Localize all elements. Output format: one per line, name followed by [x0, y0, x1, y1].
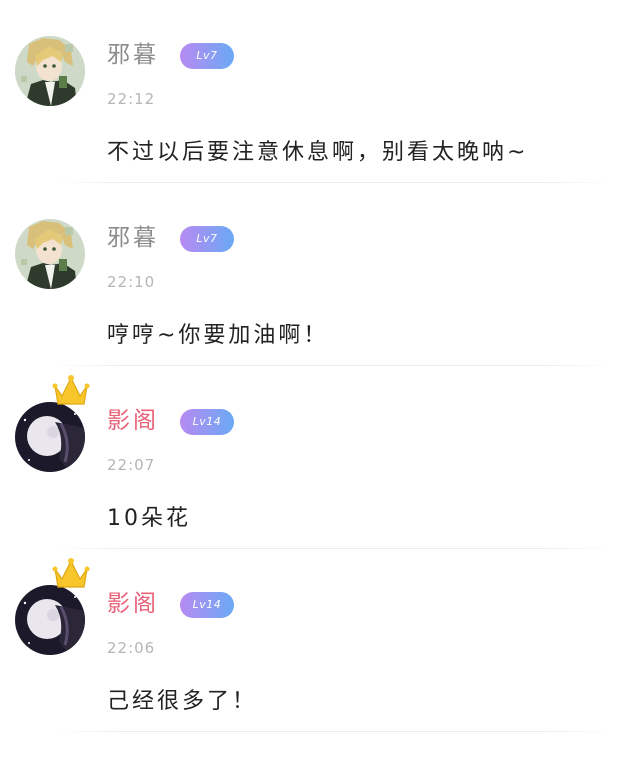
level-badge: Lv14 [180, 409, 234, 435]
level-badge: Lv7 [180, 43, 234, 69]
username[interactable]: 邪暮 [107, 40, 159, 70]
moon-avatar-icon [15, 585, 85, 655]
comment-time: 22:07 [107, 456, 156, 474]
user-avatar[interactable] [15, 402, 85, 472]
crown-icon [52, 558, 90, 588]
comment-time: 22:06 [107, 639, 156, 657]
username[interactable]: 影阁 [107, 589, 159, 619]
anime-boy-avatar-icon [15, 36, 85, 106]
comment-item: 影阁 Lv14 22:06 己经很多了！ [0, 549, 640, 732]
comment-item: 邪暮 Lv7 22:10 哼哼~你要加油啊！ [0, 183, 640, 366]
divider [55, 731, 610, 732]
comment-item: 影阁 Lv14 22:07 10朵花 [0, 366, 640, 549]
moon-avatar-icon [15, 402, 85, 472]
user-avatar[interactable] [15, 585, 85, 655]
comment-time: 22:12 [107, 90, 156, 108]
user-avatar[interactable] [15, 219, 85, 289]
comment-feed: 邪暮 Lv7 22:12 不过以后要注意休息啊，别看太晚呐~ 邪暮 Lv7 22… [0, 0, 640, 759]
level-badge: Lv7 [180, 226, 234, 252]
username[interactable]: 影阁 [107, 406, 159, 436]
comment-text: 己经很多了！ [107, 689, 258, 714]
comment-text: 哼哼~你要加油啊！ [107, 323, 329, 348]
anime-boy-avatar-icon [15, 219, 85, 289]
comment-text: 不过以后要注意休息啊，别看太晚呐~ [107, 140, 529, 165]
crown-icon [52, 375, 90, 405]
comment-time: 22:10 [107, 273, 156, 291]
username[interactable]: 邪暮 [107, 223, 159, 253]
level-badge: Lv14 [180, 592, 234, 618]
user-avatar[interactable] [15, 36, 85, 106]
comment-item: 邪暮 Lv7 22:12 不过以后要注意休息啊，别看太晚呐~ [0, 0, 640, 183]
comment-text: 10朵花 [107, 506, 191, 531]
